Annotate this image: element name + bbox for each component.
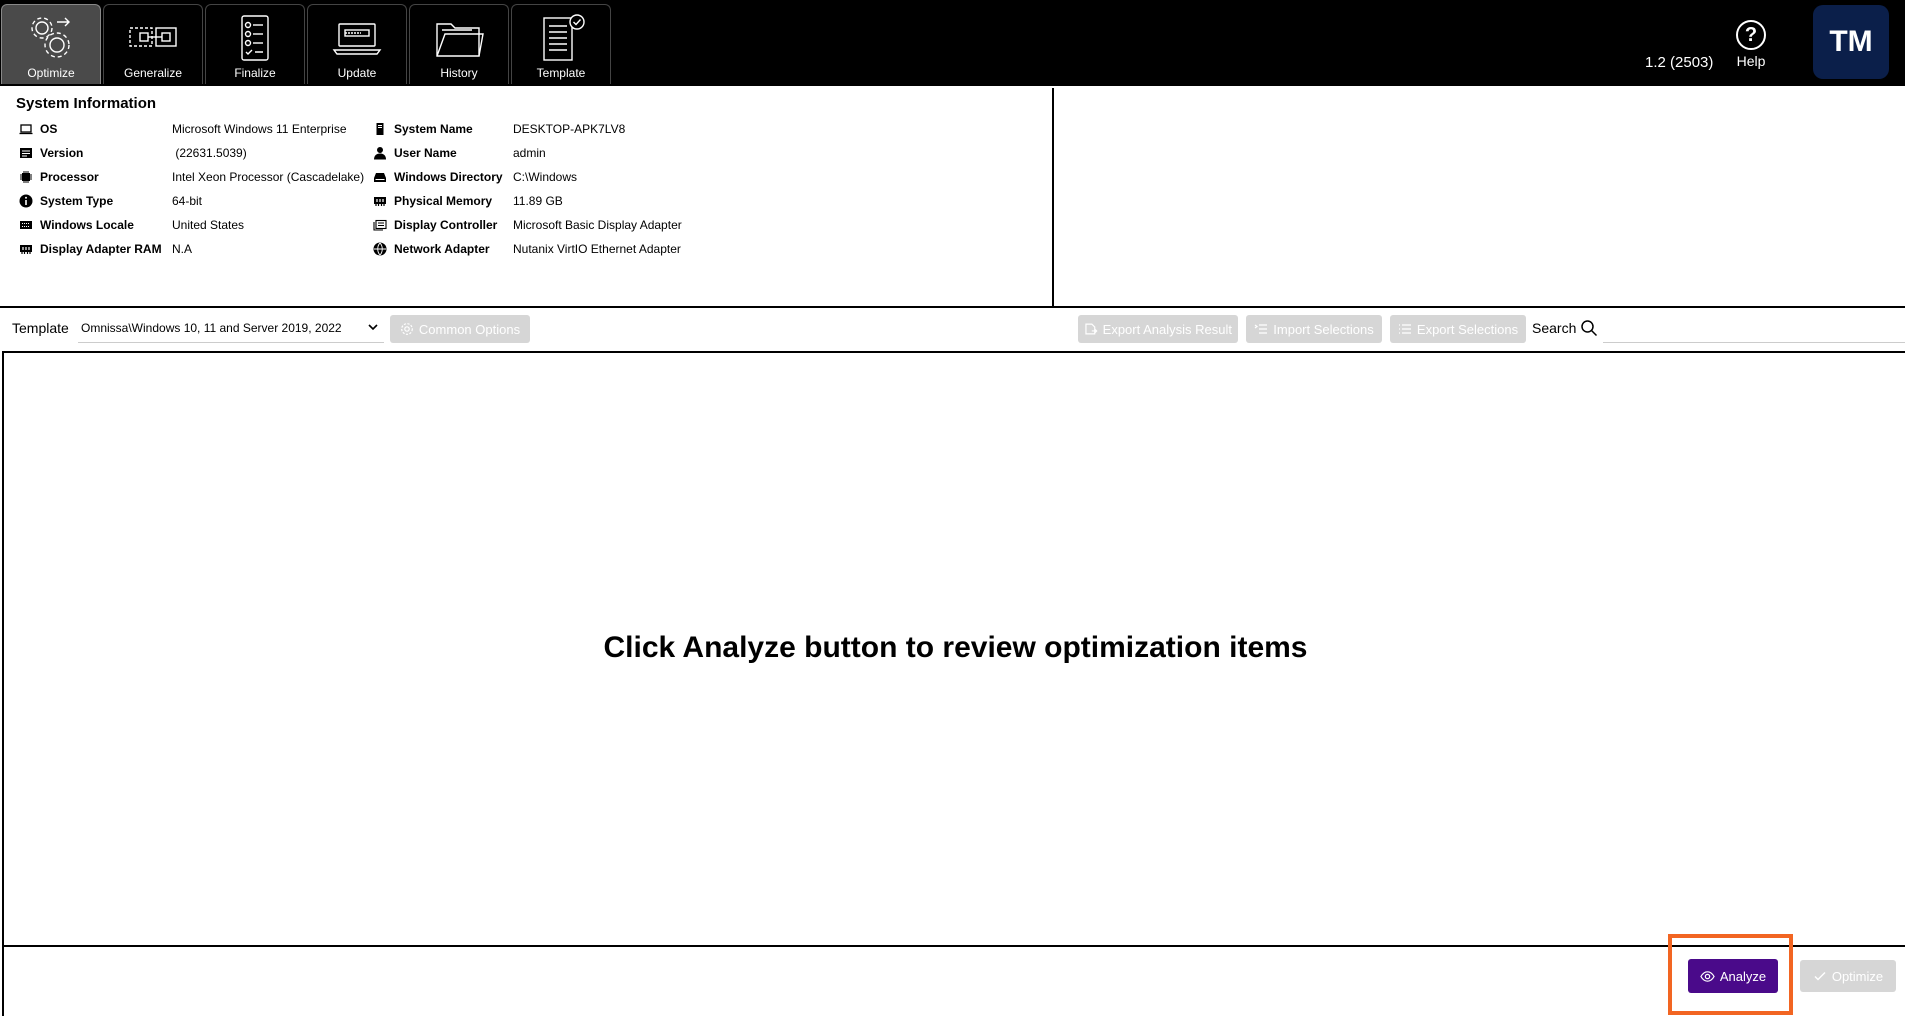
checkmark-icon — [1814, 972, 1826, 981]
version-label: 1.2 (2503) — [1645, 54, 1714, 71]
keyboard-icon — [20, 221, 32, 229]
gear-icon — [401, 323, 413, 335]
info-user-name-value: admin — [513, 146, 546, 160]
template-label: Template — [12, 320, 69, 336]
search-input[interactable] — [1603, 313, 1905, 343]
info-physical-memory: Physical Memory — [373, 192, 492, 210]
action-footer — [2, 947, 1905, 1016]
system-information-panel: System Information OS Microsoft Windows … — [1, 88, 1054, 306]
info-display-controller: Display Controller — [373, 216, 497, 234]
tab-update[interactable]: Update — [307, 4, 407, 84]
info-processor-value: Intel Xeon Processor (Cascadelake) — [172, 170, 365, 184]
help-icon: ? — [1736, 20, 1766, 50]
main-tabs: Optimize Generalize Finalize Update Hist… — [1, 4, 613, 84]
info-network-adapter-value: Nutanix VirtIO Ethernet Adapter — [513, 242, 681, 256]
tab-label: Update — [337, 66, 377, 80]
info-user-name: User Name — [373, 144, 457, 162]
system-information-side-panel — [1055, 88, 1905, 306]
network-icon — [373, 242, 387, 256]
gears-icon — [31, 17, 70, 58]
tab-label: Optimize — [27, 66, 75, 80]
info-icon — [19, 194, 33, 208]
cpu-icon — [20, 171, 32, 183]
checklist-icon — [241, 15, 269, 61]
tab-optimize[interactable]: Optimize — [1, 4, 101, 84]
export-analysis-result-button[interactable]: Export Analysis Result — [1078, 315, 1238, 343]
folder-icon — [436, 23, 484, 57]
laptop-icon — [332, 23, 382, 55]
list-import-icon — [1254, 324, 1268, 334]
info-version: Version — [19, 144, 83, 162]
chevron-down-icon — [368, 324, 378, 331]
info-system-type: System Type — [19, 192, 113, 210]
info-physical-memory-value: 11.89 GB — [513, 194, 563, 208]
tower-icon — [376, 123, 384, 135]
info-os-value: Microsoft Windows 11 Enterprise — [172, 122, 347, 136]
search-icon — [1581, 320, 1598, 337]
info-display-controller-value: Microsoft Basic Display Adapter — [513, 218, 682, 232]
tab-label: Template — [536, 66, 586, 80]
info-processor: Processor — [19, 168, 99, 186]
optimization-items-area: Click Analyze button to review optimizat… — [2, 351, 1905, 947]
tab-finalize[interactable]: Finalize — [205, 4, 305, 84]
document-check-icon — [543, 14, 585, 61]
user-icon — [374, 147, 386, 160]
list-icon — [1398, 324, 1411, 334]
avatar[interactable]: TM — [1813, 5, 1889, 79]
tab-history[interactable]: History — [409, 4, 509, 84]
tab-label: Finalize — [234, 66, 276, 80]
system-information-title: System Information — [16, 95, 157, 112]
info-windows-directory: Windows Directory — [373, 168, 503, 186]
search-label: Search — [1532, 320, 1577, 336]
info-version-value: (22631.5039) — [172, 146, 247, 160]
info-display-adapter-ram: Display Adapter RAM — [19, 240, 162, 258]
memory-icon — [20, 245, 32, 254]
tab-label: Generalize — [123, 66, 183, 80]
info-os: OS — [19, 120, 57, 138]
help-button[interactable]: ? Help — [1725, 20, 1777, 76]
top-bar: Optimize Generalize Finalize Update Hist… — [0, 0, 1905, 86]
info-system-name-value: DESKTOP-APK7LV8 — [513, 122, 626, 136]
import-selections-button[interactable]: Import Selections — [1246, 315, 1382, 343]
info-windows-directory-value: C:\Windows — [513, 170, 578, 184]
template-dropdown-value: Omnissa\Windows 10, 11 and Server 2019, … — [81, 320, 342, 335]
optimize-button[interactable]: Optimize — [1800, 960, 1896, 992]
version-icon — [20, 148, 32, 158]
info-windows-locale-value: United States — [172, 218, 245, 232]
analyze-button[interactable]: Analyze — [1688, 959, 1778, 993]
info-network-adapter: Network Adapter — [373, 240, 490, 258]
eye-icon — [1700, 970, 1715, 982]
common-options-button[interactable]: Common Options — [390, 315, 530, 343]
memory-icon — [374, 197, 386, 206]
template-toolbar: Template Omnissa\Windows 10, 11 and Serv… — [0, 311, 1905, 347]
empty-state-message: Click Analyze button to review optimizat… — [603, 631, 1308, 664]
divider — [0, 306, 1905, 308]
info-windows-locale: Windows Locale — [19, 216, 134, 234]
export-icon — [1085, 323, 1098, 335]
laptop-icon — [19, 124, 33, 135]
info-system-type-value: 64-bit — [172, 194, 203, 208]
generalize-icon — [129, 27, 177, 47]
info-display-adapter-ram-value: N.A — [172, 242, 193, 256]
info-system-name: System Name — [373, 120, 473, 138]
export-selections-button[interactable]: Export Selections — [1390, 315, 1526, 343]
template-dropdown[interactable]: Omnissa\Windows 10, 11 and Server 2019, … — [78, 313, 384, 343]
tab-label: History — [440, 66, 478, 80]
tab-generalize[interactable]: Generalize — [103, 4, 203, 84]
help-label: Help — [1736, 53, 1766, 69]
drive-icon — [374, 173, 386, 182]
display-icon — [373, 219, 387, 231]
tab-template[interactable]: Template — [511, 4, 611, 84]
